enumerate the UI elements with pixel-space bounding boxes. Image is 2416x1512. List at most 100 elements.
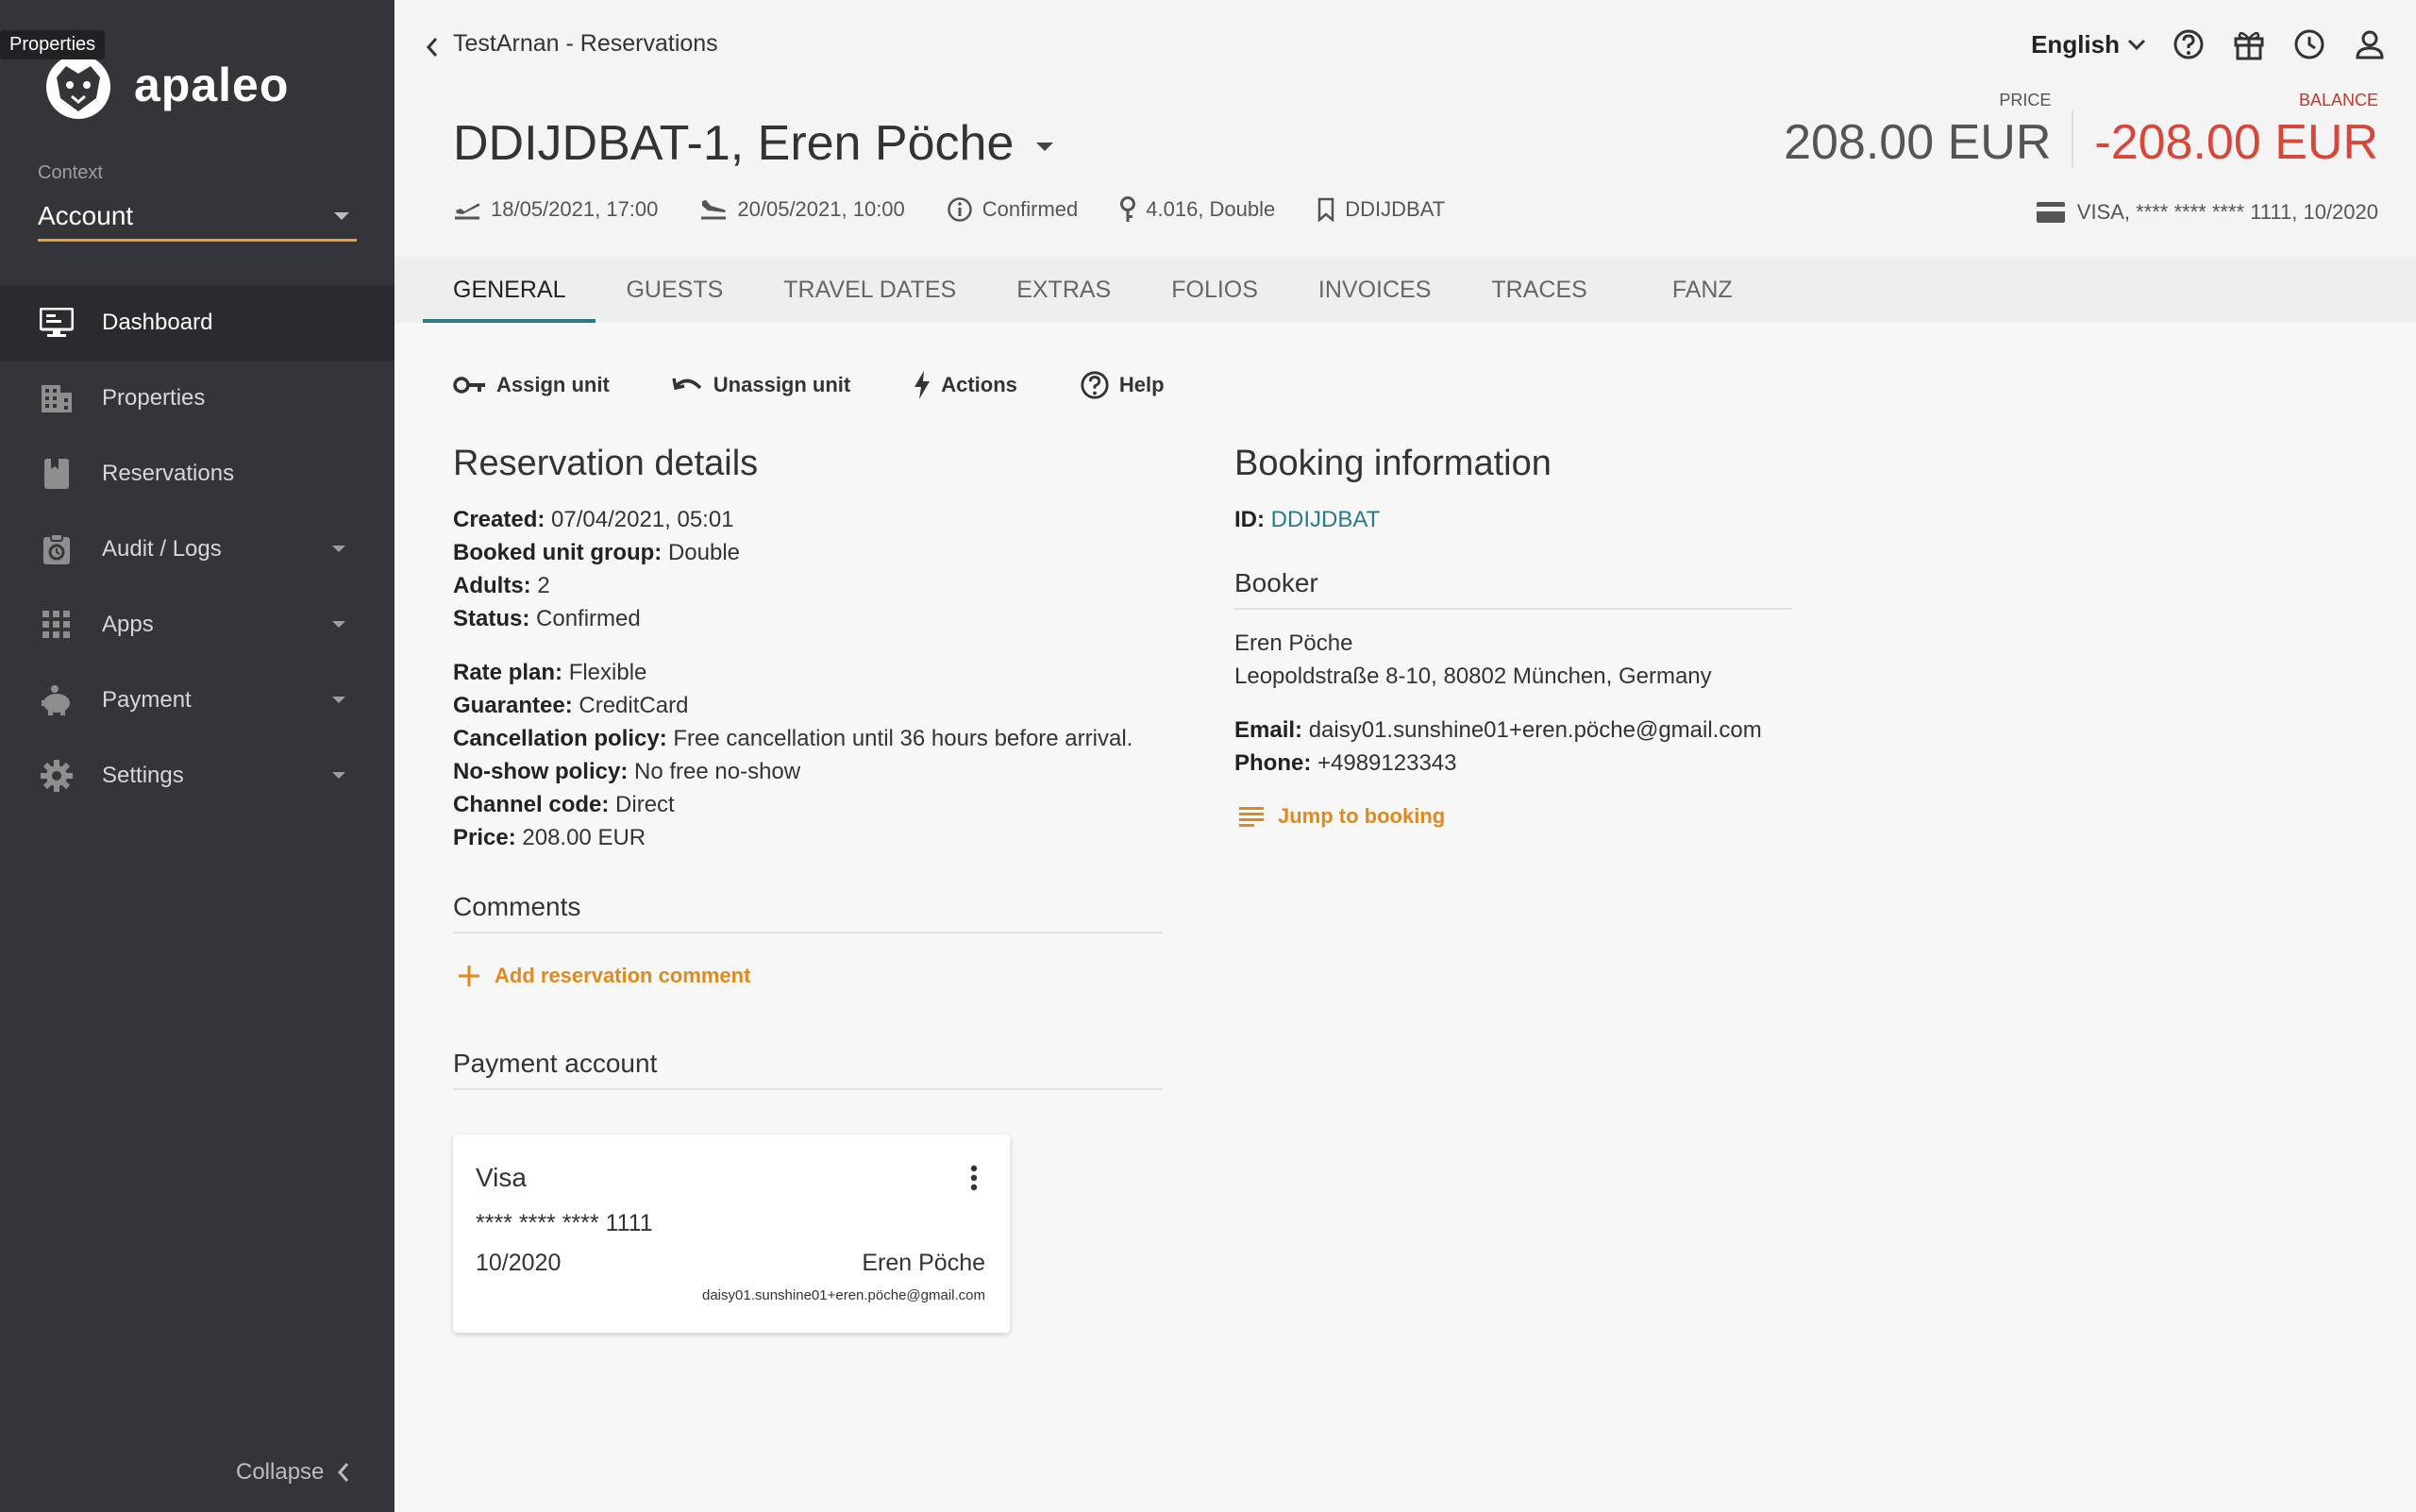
departure-info: 20/05/2021, 10:00 <box>699 197 905 222</box>
back-button[interactable] <box>413 28 451 66</box>
tab-travel-dates[interactable]: TRAVEL DATES <box>753 257 986 323</box>
tab-general[interactable]: GENERAL <box>423 257 596 323</box>
card-holder: Eren Pöche <box>862 1250 985 1276</box>
tab-folios[interactable]: FOLIOS <box>1141 257 1288 323</box>
collapse-button[interactable]: Collapse <box>236 1459 350 1486</box>
clock-icon[interactable] <box>2291 26 2327 62</box>
context-label: Context <box>38 162 103 183</box>
tab-guests[interactable]: GUESTS <box>596 257 753 323</box>
sidebar-item-apps[interactable]: Apps <box>0 587 394 663</box>
status-value: Confirmed <box>536 606 641 631</box>
actions-button[interactable]: Actions <box>913 370 1017 400</box>
booking-id-link[interactable]: DDIJDBAT <box>1271 507 1381 532</box>
reservation-meta: 18/05/2021, 17:00 20/05/2021, 10:00 Conf… <box>453 196 1486 223</box>
noshow-label: No-show policy: <box>453 759 629 784</box>
sidebar-item-dashboard[interactable]: Dashboard <box>0 285 394 361</box>
tab-extras[interactable]: EXTRAS <box>986 257 1141 323</box>
book-icon <box>40 457 74 491</box>
chevron-down-icon[interactable] <box>1036 142 1054 151</box>
arrival-info: 18/05/2021, 17:00 <box>453 197 658 222</box>
phone-value: +4989123343 <box>1317 750 1457 776</box>
balance-block: BALANCE -208.00 EUR <box>2094 91 2378 171</box>
top-bar: TestArnan - Reservations English <box>394 0 2416 91</box>
sidebar-item-properties[interactable]: Properties <box>0 361 394 436</box>
tab-invoices[interactable]: INVOICES <box>1288 257 1461 323</box>
channel-row: Channel code: Direct <box>453 788 1163 821</box>
sidebar: Properties apaleo Context Account Dashbo… <box>0 0 394 1512</box>
sidebar-item-payment[interactable]: Payment <box>0 663 394 738</box>
price-value: 208.00 EUR <box>522 825 646 850</box>
details-group-2: Rate plan: Flexible Guarantee: CreditCar… <box>453 656 1163 854</box>
rate-plan-row: Rate plan: Flexible <box>453 656 1163 689</box>
assign-unit-button[interactable]: Assign unit <box>453 373 610 397</box>
undo-icon <box>672 378 702 391</box>
rate-plan-label: Rate plan: <box>453 660 563 685</box>
guarantee-label: Guarantee: <box>453 693 573 718</box>
assign-unit-label: Assign unit <box>496 373 610 396</box>
lightning-icon <box>914 371 931 399</box>
location-key-icon <box>1120 196 1136 222</box>
sidebar-nav: Dashboard Properties Reservations Audit … <box>0 285 394 814</box>
action-toolbar: Assign unit Unassign unit Actions Help <box>453 370 1165 400</box>
departure-text: 20/05/2021, 10:00 <box>737 197 905 221</box>
context-select[interactable]: Account <box>38 193 357 242</box>
price-label: PRICE <box>1999 91 2052 109</box>
credit-card-icon <box>2036 202 2065 223</box>
unit-group-value: Double <box>667 540 741 565</box>
grid-icon <box>40 608 74 642</box>
guarantee-row: Guarantee: CreditCard <box>453 689 1163 722</box>
booker-address: Leopoldstraße 8-10, 80802 München, Germa… <box>1234 664 1712 689</box>
help-button[interactable]: Help <box>1080 370 1165 400</box>
gift-icon[interactable] <box>2231 26 2267 62</box>
language-value: English <box>2031 29 2120 59</box>
apaleo-logo[interactable]: apaleo <box>38 49 289 121</box>
comments-title: Comments <box>453 892 1163 933</box>
payment-account-card[interactable]: Visa **** **** **** 1111 10/2020 Eren Pö… <box>453 1134 1010 1333</box>
gear-icon <box>40 759 74 793</box>
booking-id-info: DDIJDBAT <box>1317 197 1445 222</box>
language-select[interactable]: English <box>2031 30 2146 59</box>
email-label: Email: <box>1234 717 1303 743</box>
sidebar-item-reservations[interactable]: Reservations <box>0 436 394 512</box>
created-row: Created: 07/04/2021, 05:01 <box>453 503 1163 536</box>
context-value: Account <box>38 200 134 230</box>
details-group-1: Created: 07/04/2021, 05:01 Booked unit g… <box>453 503 1163 635</box>
add-comment-button[interactable]: Add reservation comment <box>457 964 1163 988</box>
sidebar-item-label: Payment <box>102 687 192 713</box>
tab-fanz[interactable]: FANZ <box>1642 257 1763 323</box>
created-label: Created: <box>453 507 545 532</box>
sidebar-item-audit-logs[interactable]: Audit / Logs <box>0 512 394 587</box>
payment-card-summary: VISA, **** **** **** 1111, 10/2020 <box>2036 200 2378 225</box>
sidebar-item-label: Audit / Logs <box>102 536 222 562</box>
booking-id-row: ID: DDIJDBAT <box>1234 503 1791 536</box>
status-text: Confirmed <box>982 197 1079 221</box>
more-vert-icon[interactable] <box>970 1165 978 1196</box>
channel-value: Direct <box>615 792 675 817</box>
unassign-unit-button[interactable]: Unassign unit <box>672 373 850 397</box>
sidebar-item-label: Settings <box>102 763 184 788</box>
lion-logo-icon <box>46 55 110 119</box>
unit-group-row: Booked unit group: Double <box>453 536 1163 569</box>
info-icon <box>948 197 972 222</box>
arrival-text: 18/05/2021, 17:00 <box>491 197 659 221</box>
chevron-left-icon <box>338 1463 349 1482</box>
adults-value: 2 <box>537 573 550 598</box>
booker-email-row: Email: daisy01.sunshine01+eren.pöche@gma… <box>1234 714 1791 747</box>
jump-to-booking-link[interactable]: Jump to booking <box>1238 804 1791 829</box>
created-value: 07/04/2021, 05:01 <box>551 507 734 532</box>
help-icon[interactable] <box>2171 26 2206 62</box>
breadcrumb[interactable]: TestArnan - Reservations <box>453 30 718 58</box>
noshow-row: No-show policy: No free no-show <box>453 755 1163 788</box>
user-icon[interactable] <box>2352 26 2388 62</box>
divider <box>2072 110 2074 167</box>
chevron-down-icon <box>334 211 349 220</box>
adults-row: Adults: 2 <box>453 569 1163 602</box>
sidebar-item-settings[interactable]: Settings <box>0 738 394 814</box>
phone-label: Phone: <box>1234 750 1312 776</box>
price-label: Price: <box>453 825 516 850</box>
help-label: Help <box>1118 373 1165 396</box>
tab-traces[interactable]: TRACES <box>1461 257 1617 323</box>
piggy-bank-icon <box>40 683 74 717</box>
chevron-down-icon <box>332 621 345 628</box>
sidebar-item-label: Apps <box>102 612 154 637</box>
